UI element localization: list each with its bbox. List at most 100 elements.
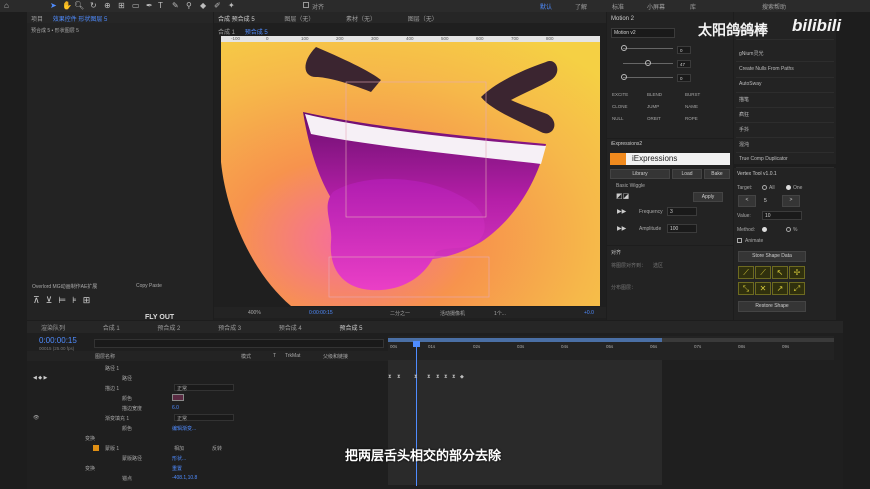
zoom-tool-icon[interactable]: 🔍︎ <box>74 1 84 10</box>
vertex-tool-icon-8[interactable]: ⤢ <box>789 282 805 295</box>
target-all-radio[interactable] <box>762 185 767 190</box>
target-one-radio[interactable] <box>786 185 791 190</box>
search-help-field[interactable]: 搜索帮助 <box>762 2 786 11</box>
frequency-icon[interactable]: ▶▶ <box>617 208 626 215</box>
motion-version-select[interactable]: Motion v2 <box>611 28 675 38</box>
slider-knob-3[interactable] <box>621 74 627 80</box>
workspace-default[interactable]: 默认 <box>540 2 552 11</box>
tab-comp1[interactable]: 合成 1 <box>99 321 124 333</box>
resolution-select[interactable]: 二分之一 <box>390 310 410 317</box>
tab-footage[interactable]: 素材（无） <box>342 12 380 23</box>
overlord-tab[interactable]: Overlord MG动画制作AE扩展 <box>32 283 97 290</box>
orbit-button[interactable]: ORBIT <box>647 116 661 121</box>
table-row[interactable]: 锚点 -408.1,10.8 <box>27 472 415 483</box>
subtab-comp1[interactable]: 合成 1 <box>214 25 239 36</box>
keyframe[interactable]: ⧗ <box>444 374 448 380</box>
pen-tool-icon[interactable]: ✒ <box>146 1 153 10</box>
keyframe[interactable]: ⧗ <box>436 374 440 380</box>
rope-button[interactable]: ROPE <box>685 116 698 121</box>
bake-button[interactable]: Bake <box>704 169 730 179</box>
keyframe[interactable]: ⧗ <box>388 374 392 380</box>
zoom-select[interactable]: 400% <box>248 310 261 316</box>
keyframe[interactable]: ⧗ <box>397 374 401 380</box>
work-area-range[interactable] <box>388 338 662 342</box>
align-icons[interactable]: ⊼⊻⊨⊧⊞ <box>33 295 133 311</box>
brush-tool-icon[interactable]: ✎ <box>172 1 179 10</box>
keyframe[interactable]: ⧗ <box>427 374 431 380</box>
clone-button[interactable]: CLONE <box>612 104 628 109</box>
excite-button[interactable]: EXCITE <box>612 92 628 97</box>
vertex-tool-icon-5[interactable]: ⤡ <box>738 282 754 295</box>
rotate-tool-icon[interactable]: ↻ <box>90 1 97 10</box>
load-button[interactable]: Load <box>672 169 702 179</box>
null-button[interactable]: NULL <box>612 116 624 121</box>
subtab-precomp5[interactable]: 预合成 5 <box>241 25 272 36</box>
tab-precomp4[interactable]: 预合成 4 <box>275 321 306 333</box>
tab-composition[interactable]: 合成 预合成 5 <box>214 12 259 23</box>
blend-button[interactable]: BLEND <box>647 92 662 97</box>
playhead[interactable] <box>416 341 417 486</box>
timeline-timecode[interactable]: 0:00:00:15 <box>39 336 77 345</box>
home-icon[interactable]: ⌂ <box>4 1 9 10</box>
playhead-handle[interactable] <box>413 341 420 347</box>
puppet-tool-icon[interactable]: ✦ <box>228 1 235 10</box>
camera-select[interactable]: 活动摄像机 <box>440 310 465 317</box>
slider-value-1[interactable]: 0 <box>677 46 691 54</box>
tab-project[interactable]: 项目 <box>27 12 47 23</box>
snap-checkbox[interactable] <box>303 2 309 8</box>
vertex-tool-icon-7[interactable]: ↗ <box>772 282 788 295</box>
exposure-value[interactable]: +0.0 <box>584 310 594 316</box>
selection-tool-icon[interactable]: ➤ <box>50 1 57 10</box>
vertex-tool-icon-1[interactable]: ⟋ <box>738 266 754 279</box>
jump-button[interactable]: JUMP <box>647 104 659 109</box>
slider-3[interactable] <box>623 77 673 78</box>
workspace-standard[interactable]: 标准 <box>612 2 624 11</box>
vertex-tool-icon-4[interactable]: ✢ <box>789 266 805 279</box>
increment-button[interactable]: > <box>782 195 800 207</box>
rectangle-tool-icon[interactable]: ▭ <box>132 1 140 10</box>
value-input[interactable]: 10 <box>762 211 802 220</box>
pan-behind-tool-icon[interactable]: ⊞ <box>118 1 125 10</box>
time-ruler[interactable]: 00s 01s 02s 03s 04s 05s 06s 07s 08s 09s <box>388 336 834 360</box>
tab-effect-controls[interactable]: 效果控件 形状图层 5 <box>49 12 112 23</box>
tab-layer2[interactable]: 图层（无） <box>404 12 442 23</box>
library-button[interactable]: Library <box>610 169 670 179</box>
wiggle-icons[interactable]: ◩◪ <box>616 192 629 200</box>
workspace-library[interactable]: 库 <box>690 2 696 11</box>
method-pct-radio[interactable] <box>786 227 791 232</box>
hand-tool-icon[interactable]: ✋ <box>62 1 72 10</box>
type-tool-icon[interactable]: T <box>158 1 163 10</box>
slider-1[interactable] <box>623 48 673 49</box>
tab-precomp5[interactable]: 预合成 5 <box>335 321 366 333</box>
eraser-tool-icon[interactable]: ◆ <box>200 1 206 10</box>
roto-tool-icon[interactable]: ✐ <box>214 1 221 10</box>
tab-render-queue[interactable]: 渲染队列 <box>37 321 69 333</box>
name-button[interactable]: NAME <box>685 104 698 109</box>
frequency-input[interactable]: 3 <box>667 207 697 216</box>
timeline-search-input[interactable] <box>94 339 384 348</box>
menu-true-comp-duplicator[interactable]: True Comp Duplicator <box>736 150 834 168</box>
tab-layer[interactable]: 图层（无） <box>280 12 318 23</box>
slider-knob-1[interactable] <box>621 45 627 51</box>
camera-tool-icon[interactable]: ⊕ <box>104 1 111 10</box>
vertex-tool-icon-2[interactable]: ⟋ <box>755 266 771 279</box>
vertex-tool-icon-3[interactable]: ↖ <box>772 266 788 279</box>
stroke-color-swatch[interactable] <box>172 394 184 401</box>
clone-tool-icon[interactable]: ⚲ <box>186 1 192 10</box>
copy-paste-tab[interactable]: Copy Paste <box>136 283 162 289</box>
workspace-learn[interactable]: 了解 <box>575 2 587 11</box>
decrement-button[interactable]: < <box>738 195 756 207</box>
align-to-select[interactable]: 选区 <box>653 262 663 269</box>
amplitude-input[interactable]: 100 <box>667 224 697 233</box>
emoji-canvas[interactable] <box>221 42 600 306</box>
keyframe[interactable]: ⧗ <box>414 374 418 380</box>
slider-value-3[interactable]: 0 <box>677 74 691 82</box>
view-count-select[interactable]: 1个... <box>494 310 506 317</box>
workspace-small[interactable]: 小屏幕 <box>647 2 665 11</box>
slider-value-2[interactable]: 47 <box>677 60 691 68</box>
keyframe[interactable]: ⧗ <box>452 374 456 380</box>
animate-checkbox[interactable] <box>737 238 742 243</box>
keyframe[interactable]: ◆ <box>460 374 464 380</box>
comp-timecode[interactable]: 0:00:00:15 <box>309 310 333 316</box>
tab-precomp2[interactable]: 预合成 2 <box>153 321 184 333</box>
